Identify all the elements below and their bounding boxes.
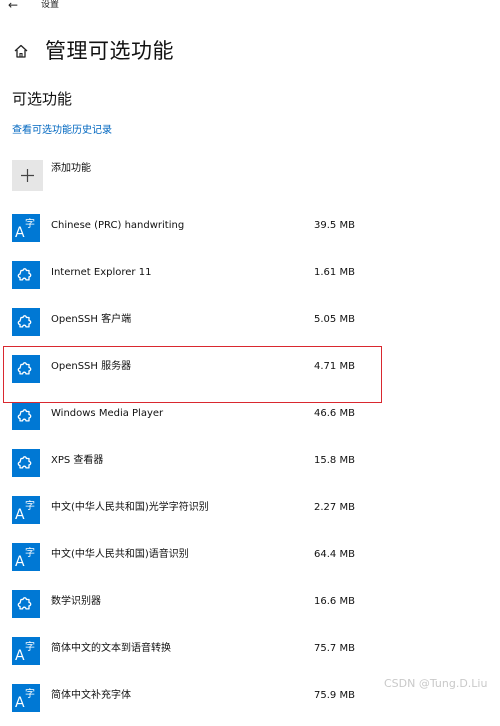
window-title: 设置	[41, 0, 60, 10]
feature-name: Chinese (PRC) handwriting	[51, 220, 185, 231]
feature-size: 16.6 MB	[314, 596, 355, 607]
add-feature-tile	[12, 160, 43, 191]
svg-text:A: A	[15, 554, 25, 570]
feature-item[interactable]: A 字中文(中华人民共和国)光学字符识别 2.27 MB	[0, 492, 390, 538]
feature-item[interactable]: 数学识别器 16.6 MB	[0, 586, 390, 632]
puzzle-icon	[12, 261, 40, 289]
language-icon: A字	[12, 214, 40, 242]
feature-item[interactable]: A 字 Chinese (PRC) handwriting 39.5 MB	[0, 210, 390, 256]
page-header: 管理可选功能	[0, 34, 500, 68]
feature-size: 75.7 MB	[314, 643, 355, 654]
home-icon[interactable]	[13, 43, 29, 59]
language-icon: A字	[12, 543, 40, 571]
puzzle-icon	[12, 590, 40, 618]
feature-name: Windows Media Player	[51, 408, 164, 419]
feature-size: 64.4 MB	[314, 549, 355, 560]
add-feature-button[interactable]: 添加功能	[12, 160, 212, 192]
puzzle-icon	[12, 449, 40, 477]
svg-text:A: A	[15, 225, 25, 241]
feature-name: 简体中文的文本到语音转换	[51, 643, 171, 654]
feature-name: OpenSSH 客户端	[51, 314, 132, 325]
puzzle-icon	[12, 355, 40, 383]
plus-icon	[21, 169, 34, 182]
language-icon: A字	[12, 637, 40, 665]
title-bar: ← 设置	[0, 0, 500, 14]
feature-size: 15.8 MB	[314, 455, 355, 466]
feature-item[interactable]: A 字简体中文的文本到语音转换 75.7 MB	[0, 633, 390, 679]
feature-size: 46.6 MB	[314, 408, 355, 419]
watermark: CSDN @Tung.D.Liu	[384, 677, 488, 690]
feature-name: 中文(中华人民共和国)语音识别	[51, 549, 189, 560]
feature-name: 简体中文补充字体	[51, 690, 131, 701]
feature-size: 4.71 MB	[314, 361, 355, 372]
feature-item[interactable]: OpenSSH 客户端 5.05 MB	[0, 304, 390, 350]
feature-history-link[interactable]: 查看可选功能历史记录	[12, 124, 112, 138]
svg-text:字: 字	[25, 499, 35, 512]
feature-name: Internet Explorer 11	[51, 267, 152, 278]
svg-text:字: 字	[25, 546, 35, 559]
arrow-left-icon[interactable]: ←	[8, 0, 18, 12]
puzzle-icon	[12, 308, 40, 336]
feature-name: XPS 查看器	[51, 455, 104, 466]
feature-size: 39.5 MB	[314, 220, 355, 231]
svg-text:字: 字	[25, 217, 35, 230]
svg-text:A: A	[15, 695, 25, 711]
feature-item[interactable]: A 字中文(中华人民共和国)语音识别 64.4 MB	[0, 539, 390, 585]
feature-name: OpenSSH 服务器	[51, 361, 132, 372]
feature-name: 中文(中华人民共和国)光学字符识别	[51, 502, 209, 513]
feature-size: 2.27 MB	[314, 502, 355, 513]
language-icon: A字	[12, 684, 40, 712]
puzzle-icon	[12, 402, 40, 430]
svg-text:A: A	[15, 507, 25, 523]
svg-text:字: 字	[25, 640, 35, 653]
svg-text:A: A	[15, 648, 25, 664]
feature-item[interactable]: XPS 查看器 15.8 MB	[0, 445, 390, 491]
feature-size: 5.05 MB	[314, 314, 355, 325]
add-feature-label: 添加功能	[51, 163, 91, 174]
feature-size: 75.9 MB	[314, 690, 355, 701]
feature-size: 1.61 MB	[314, 267, 355, 278]
feature-item[interactable]: OpenSSH 服务器 4.71 MB	[0, 351, 390, 397]
section-title: 可选功能	[12, 90, 73, 108]
svg-text:字: 字	[25, 687, 35, 700]
feature-name: 数学识别器	[51, 596, 101, 607]
page-title: 管理可选功能	[45, 39, 174, 63]
feature-item[interactable]: Internet Explorer 11 1.61 MB	[0, 257, 390, 303]
language-icon: A字	[12, 496, 40, 524]
feature-item[interactable]: Windows Media Player 46.6 MB	[0, 398, 390, 444]
feature-item[interactable]: A 字简体中文补充字体 75.9 MB	[0, 680, 390, 726]
